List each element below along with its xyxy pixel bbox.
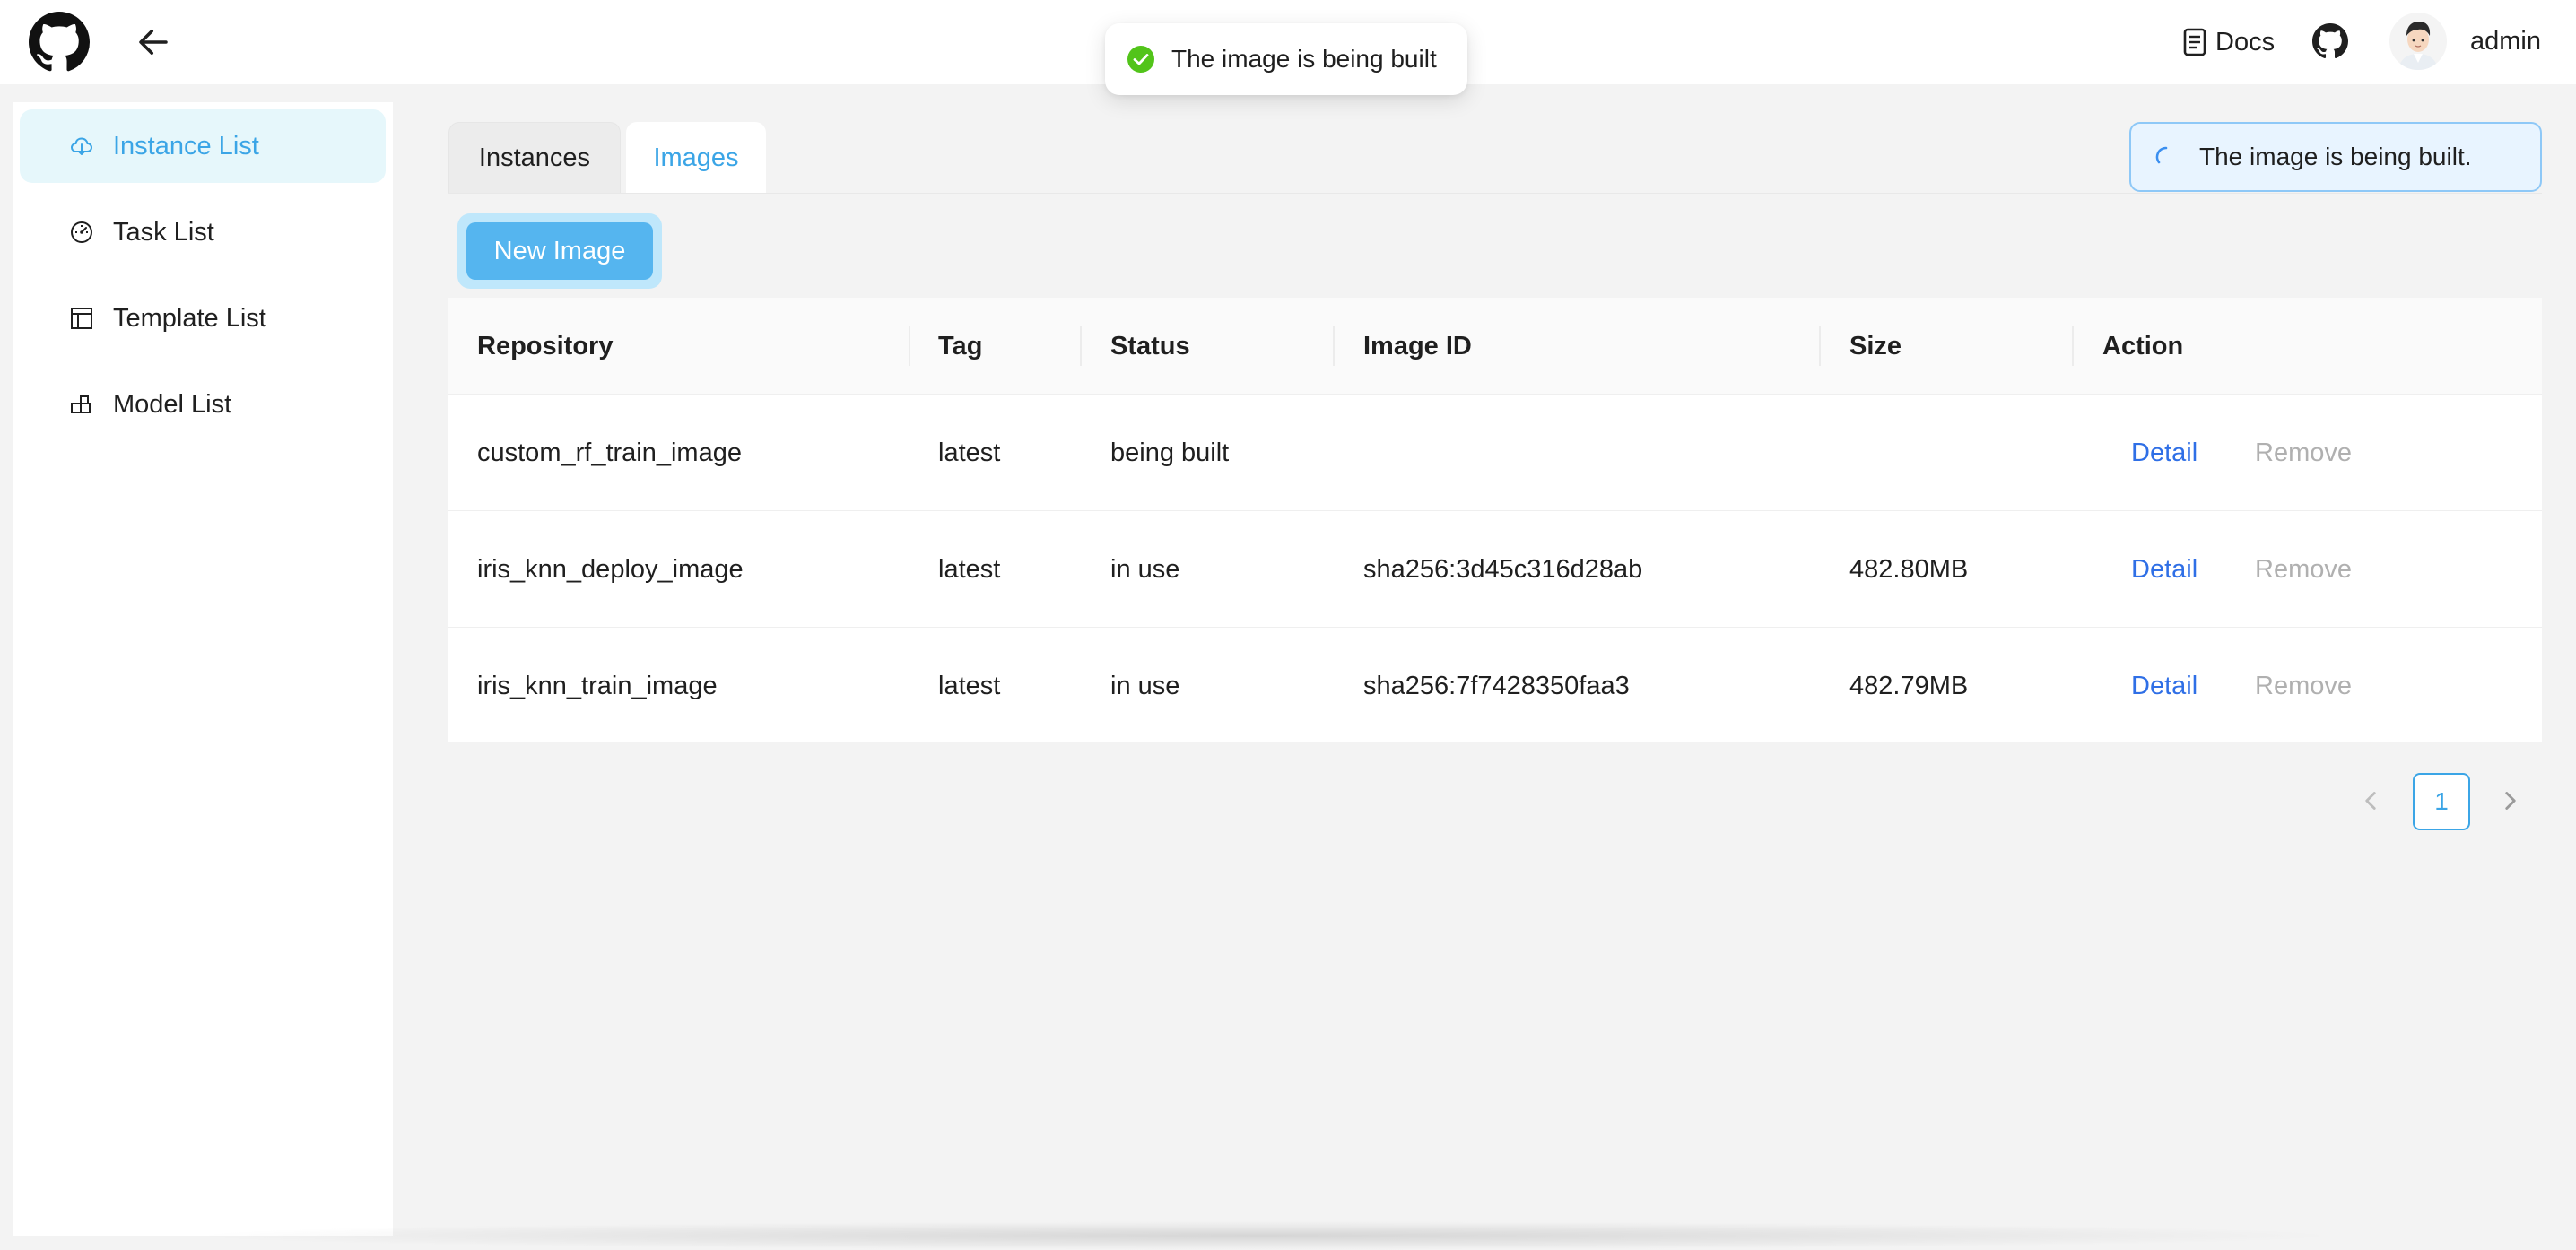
arrow-left-icon[interactable] bbox=[135, 23, 172, 61]
cell-repository: custom_rf_train_image bbox=[477, 438, 742, 467]
detail-link[interactable]: Detail bbox=[2131, 628, 2197, 744]
sidebar-item-task-list[interactable]: Task List bbox=[20, 195, 386, 269]
column-separator bbox=[2072, 326, 2074, 366]
sidebar-item-label: Template List bbox=[113, 303, 266, 333]
chevron-left-icon[interactable] bbox=[2355, 786, 2386, 816]
column-header-size[interactable]: Size bbox=[1849, 298, 1902, 395]
user-avatar-icon bbox=[2389, 13, 2447, 70]
cell-image-id: sha256:3d45c316d28ab bbox=[1363, 554, 1643, 584]
column-header-status[interactable]: Status bbox=[1110, 298, 1190, 395]
table-row: custom_rf_train_image latest being built… bbox=[448, 395, 2542, 511]
remove-link[interactable]: Remove bbox=[2255, 395, 2352, 511]
layout-icon bbox=[68, 305, 95, 332]
cell-tag: latest bbox=[938, 438, 1001, 467]
loading-spinner-icon bbox=[2155, 146, 2168, 164]
avatar[interactable] bbox=[2389, 13, 2447, 70]
tab-divider bbox=[448, 193, 2542, 194]
column-separator bbox=[1080, 326, 1082, 366]
sidebar-item-template-list[interactable]: Template List bbox=[20, 282, 386, 355]
table-row: iris_knn_deploy_image latest in use sha2… bbox=[448, 511, 2542, 628]
column-header-tag[interactable]: Tag bbox=[938, 298, 982, 395]
column-header-action: Action bbox=[2102, 331, 2184, 360]
table-header: Repository Tag Status Image ID Size Acti… bbox=[448, 298, 2542, 395]
sidebar-item-label: Instance List bbox=[113, 131, 259, 161]
alert-text: The image is being built. bbox=[2199, 143, 2472, 170]
user-name[interactable]: admin bbox=[2470, 23, 2541, 59]
page-number-button[interactable]: 1 bbox=[2413, 773, 2470, 830]
dashboard-icon bbox=[68, 219, 95, 246]
column-separator bbox=[909, 326, 910, 366]
cell-status: in use bbox=[1110, 671, 1180, 700]
cell-status: being built bbox=[1110, 438, 1230, 467]
tab-instances[interactable]: Instances bbox=[448, 122, 621, 194]
cell-tag: latest bbox=[938, 554, 1001, 584]
sidebar-item-model-list[interactable]: Model List bbox=[20, 368, 386, 441]
sidebar-item-instance-list[interactable]: Instance List bbox=[20, 109, 386, 183]
check-circle-icon bbox=[1127, 46, 1154, 73]
sidebar: Instance List Task List Template List Mo… bbox=[13, 102, 393, 1236]
cell-image-id: sha256:7f7428350faa3 bbox=[1363, 671, 1630, 700]
column-separator bbox=[1819, 326, 1821, 366]
images-table: Repository Tag Status Image ID Size Acti… bbox=[448, 298, 2542, 742]
remove-link[interactable]: Remove bbox=[2255, 628, 2352, 744]
docs-label: Docs bbox=[2215, 27, 2276, 56]
cell-size: 482.79MB bbox=[1849, 671, 1969, 700]
toast-message: The image is being built bbox=[1105, 23, 1467, 95]
cell-tag: latest bbox=[938, 671, 1001, 700]
document-icon bbox=[2183, 28, 2206, 56]
toast-text: The image is being built bbox=[1171, 45, 1437, 73]
detail-link[interactable]: Detail bbox=[2131, 511, 2197, 628]
remove-link[interactable]: Remove bbox=[2255, 511, 2352, 628]
sidebar-item-label: Model List bbox=[113, 389, 232, 419]
cell-size: 482.80MB bbox=[1849, 554, 1969, 584]
docs-link[interactable]: Docs bbox=[2183, 23, 2275, 61]
sidebar-item-label: Task List bbox=[113, 217, 214, 247]
cell-repository: iris_knn_deploy_image bbox=[477, 554, 744, 584]
cell-status: in use bbox=[1110, 554, 1180, 584]
bottom-shadow bbox=[179, 1221, 2350, 1250]
chevron-right-icon[interactable] bbox=[2495, 786, 2526, 816]
table-row: iris_knn_train_image latest in use sha25… bbox=[448, 628, 2542, 744]
column-separator bbox=[1333, 326, 1335, 366]
detail-link[interactable]: Detail bbox=[2131, 395, 2197, 511]
github-icon[interactable] bbox=[2312, 23, 2348, 59]
column-header-repository[interactable]: Repository bbox=[477, 298, 613, 395]
tab-images[interactable]: Images bbox=[626, 122, 766, 194]
cloud-icon bbox=[68, 133, 95, 160]
column-header-image-id[interactable]: Image ID bbox=[1363, 298, 1472, 395]
new-image-button[interactable]: New Image bbox=[466, 222, 653, 280]
build-status-alert: The image is being built. bbox=[2129, 122, 2542, 192]
cell-repository: iris_knn_train_image bbox=[477, 671, 718, 700]
blocks-icon bbox=[68, 391, 95, 418]
github-logo-icon[interactable] bbox=[29, 12, 90, 73]
